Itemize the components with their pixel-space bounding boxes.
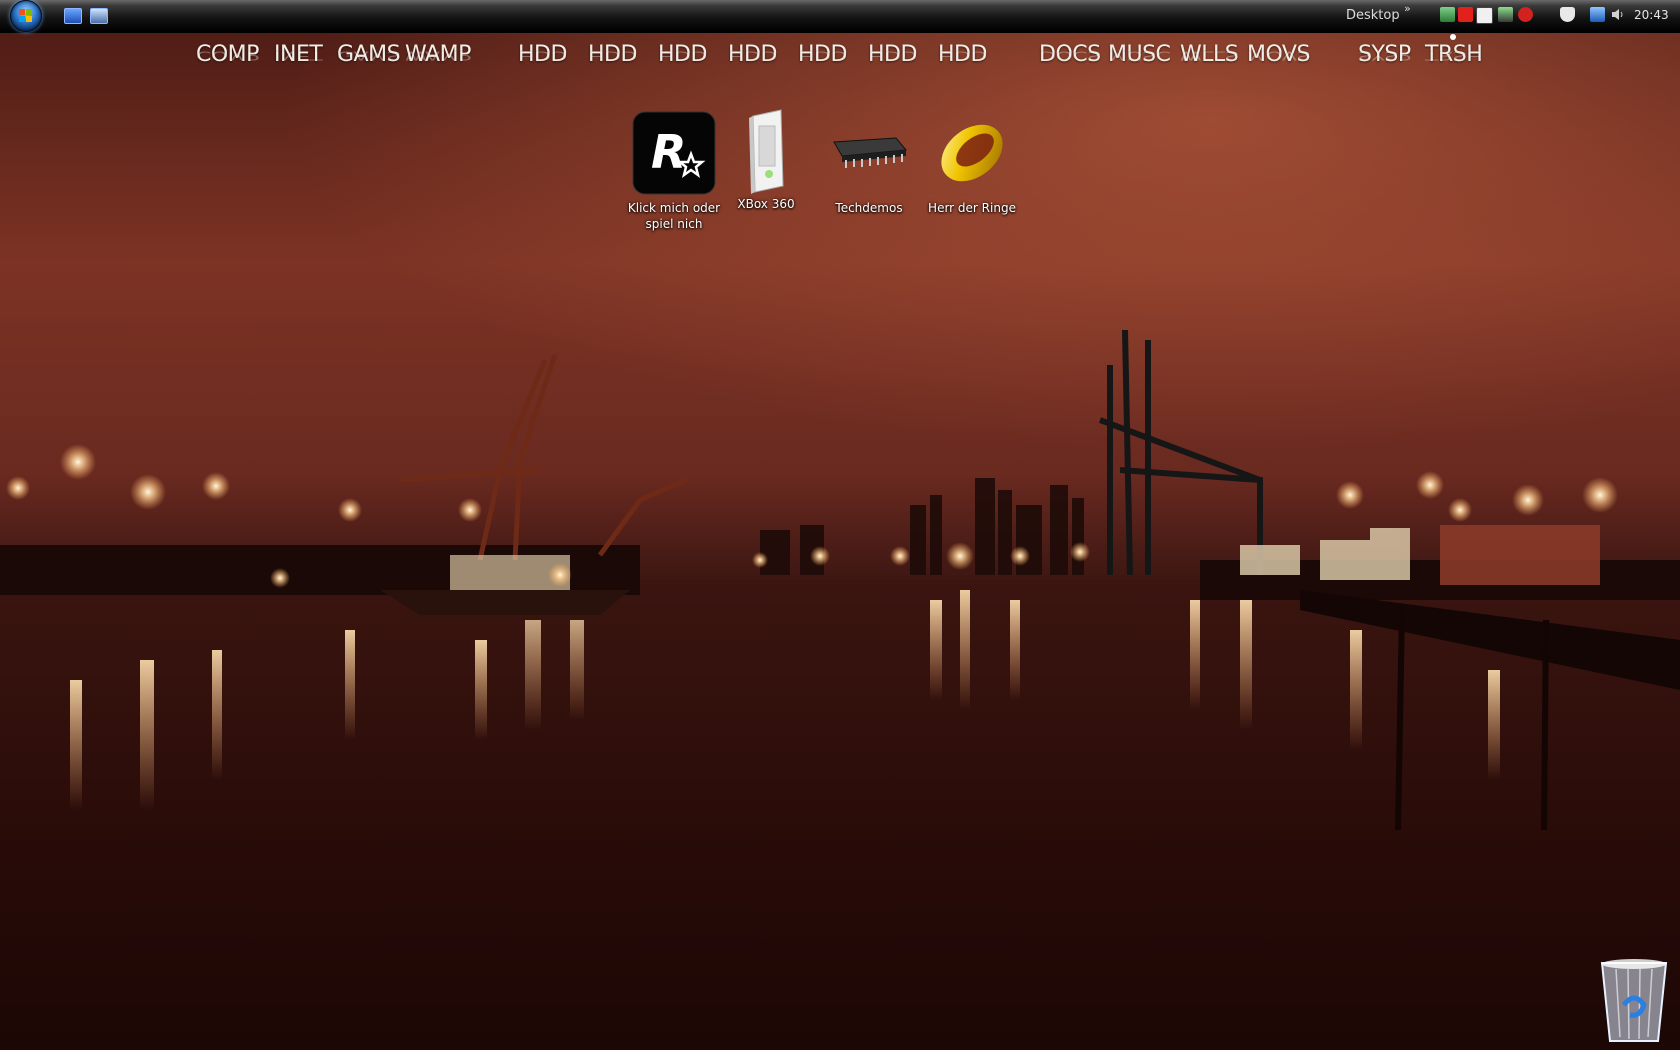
recycle-bin-icon (1600, 959, 1668, 1042)
dock-item-hdd-1[interactable]: HDD (518, 42, 567, 67)
shield-icon[interactable] (1560, 7, 1575, 22)
desktop-icon-herr-der-ringe[interactable]: Herr der Ringe (917, 110, 1027, 216)
dock-item-inet[interactable]: INET (274, 42, 323, 67)
dock-item-sysp[interactable]: SYSP (1358, 42, 1411, 67)
connection-icon[interactable] (1498, 7, 1513, 22)
dock-item-hdd-5[interactable]: HDD (798, 42, 847, 67)
dock-item-trsh[interactable]: TRSH (1425, 42, 1483, 67)
antivirus-icon[interactable] (1458, 7, 1473, 22)
start-button[interactable] (10, 0, 42, 32)
window-icon[interactable] (1476, 7, 1493, 24)
dock-item-hdd-7[interactable]: HDD (938, 42, 987, 67)
desktop-icon-label: Herr der Ringe (928, 201, 1016, 215)
clock[interactable]: 20:43 (1634, 8, 1669, 22)
dock-item-docs[interactable]: DOCS (1039, 42, 1101, 67)
dock-item-comp[interactable]: COMP (196, 42, 259, 67)
network-icon[interactable] (1440, 7, 1455, 22)
toolbar-chevron-icon[interactable]: » (1404, 2, 1411, 15)
gold-ring-icon (941, 124, 1003, 182)
switch-windows-icon[interactable] (90, 8, 108, 24)
dock-item-hdd-4[interactable]: HDD (728, 42, 777, 67)
dock-item-hdd-2[interactable]: HDD (588, 42, 637, 67)
dock-item-gams[interactable]: GAMS (337, 42, 401, 67)
desktop-icon-recycle-bin[interactable] (1596, 955, 1672, 1045)
svg-text:R: R (651, 125, 686, 179)
xbox-console-icon (749, 109, 784, 194)
desktop-icon-label: XBox 360 (737, 197, 795, 211)
volume-icon[interactable] (1610, 7, 1625, 22)
dock-item-musc[interactable]: MUSC (1108, 42, 1171, 67)
dock-item-wamp[interactable]: WAMP (405, 42, 471, 67)
desktop-icon-label: Techdemos (835, 201, 903, 215)
dock-item-movs[interactable]: MOVS (1247, 42, 1310, 67)
desktop-toolbar-label[interactable]: Desktop (1346, 8, 1400, 23)
java-icon[interactable] (1518, 7, 1533, 22)
dock-item-hdd-6[interactable]: HDD (868, 42, 917, 67)
desktop-icon-xbox-360[interactable]: XBox 360 (711, 106, 821, 212)
dock-active-indicator (1450, 34, 1456, 40)
dock-item-hdd-3[interactable]: HDD (658, 42, 707, 67)
desktop-icon-techdemos[interactable]: Techdemos (814, 110, 924, 216)
rockstar-icon: R (632, 111, 716, 195)
taskbar: Desktop » 20:43 (0, 0, 1680, 33)
dock-item-wlls[interactable]: WLLS (1180, 42, 1239, 67)
windows-logo-icon (19, 9, 32, 22)
chip-icon (833, 137, 907, 168)
monitor-icon[interactable] (1590, 7, 1605, 22)
show-desktop-icon[interactable] (64, 8, 82, 24)
